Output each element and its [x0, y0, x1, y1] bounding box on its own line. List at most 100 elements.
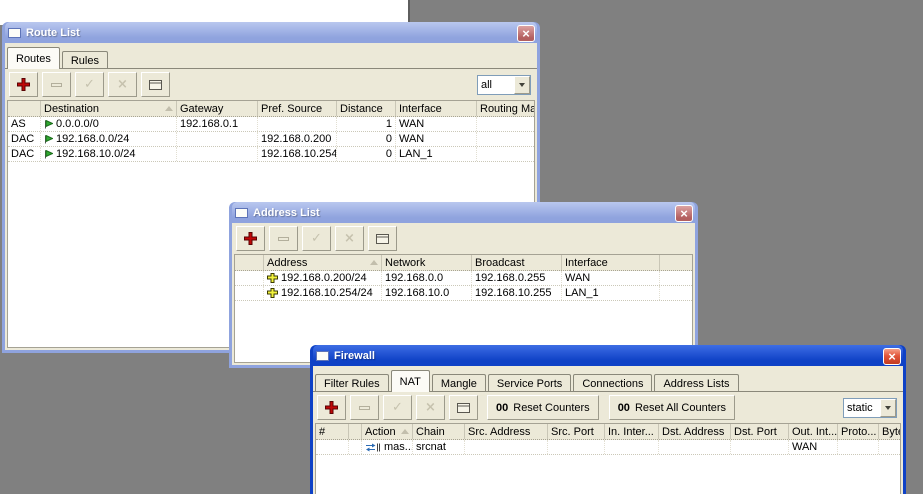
route-row[interactable]: AS 0.0.0.0/0 192.168.0.1 1 WAN [8, 117, 534, 132]
route-distance: 1 [337, 117, 396, 131]
column-address-label: Address [267, 256, 308, 269]
comment-icon [149, 79, 162, 90]
address-spacer [660, 286, 692, 300]
reset-counters-prefix: 00 [496, 401, 509, 414]
enable-button[interactable]: ✓ [75, 72, 104, 97]
dropdown-button[interactable] [880, 398, 896, 417]
address-row[interactable]: 192.168.0.200/24 192.168.0.0 192.168.0.2… [235, 271, 692, 286]
nat-number [316, 440, 349, 454]
comment-icon [376, 233, 389, 244]
column-spacer [660, 255, 692, 270]
address-icon [267, 273, 278, 283]
remove-button[interactable] [42, 72, 71, 97]
column-address[interactable]: Address [264, 255, 382, 270]
column-broadcast[interactable]: Broadcast [472, 255, 562, 270]
add-button[interactable] [9, 72, 38, 97]
nat-dst-address [659, 440, 731, 454]
nat-bytes [879, 440, 900, 454]
column-chain[interactable]: Chain [413, 424, 465, 439]
disable-button[interactable]: × [416, 395, 445, 420]
nat-table: # Action Chain Src. Address Src. Port In… [315, 423, 901, 494]
column-out-interface[interactable]: Out. Int... [789, 424, 838, 439]
disable-button[interactable]: × [108, 72, 137, 97]
disable-button[interactable]: × [335, 226, 364, 251]
nat-in-interface [605, 440, 659, 454]
tab-service-ports[interactable]: Service Ports [487, 374, 572, 392]
column-dst-port[interactable]: Dst. Port [731, 424, 789, 439]
route-gateway [177, 132, 258, 146]
route-row[interactable]: DAC 192.168.0.0/24 192.168.0.200 0 WAN [8, 132, 534, 147]
column-number[interactable]: # [316, 424, 349, 439]
close-icon[interactable]: × [883, 347, 901, 365]
address-icon [267, 288, 278, 298]
reset-all-counters-button[interactable]: 00 Reset All Counters [608, 395, 736, 420]
route-destination: 192.168.0.0/24 [41, 132, 177, 146]
dropdown-button[interactable] [514, 75, 530, 94]
window-title: Address List [253, 207, 320, 219]
column-destination[interactable]: Destination [41, 101, 177, 116]
enable-button[interactable]: ✓ [302, 226, 331, 251]
minus-icon [51, 82, 62, 87]
close-icon[interactable]: × [517, 24, 535, 42]
firewall-filter-dropdown[interactable]: static [843, 397, 897, 418]
column-blank[interactable] [349, 424, 362, 439]
route-interface: WAN [396, 117, 477, 131]
column-protocol[interactable]: Proto... [838, 424, 879, 439]
tab-mangle[interactable]: Mangle [431, 374, 486, 392]
column-dst-address[interactable]: Dst. Address [659, 424, 731, 439]
reset-counters-button[interactable]: 00 Reset Counters [487, 395, 599, 420]
column-src-port[interactable]: Src. Port [548, 424, 605, 439]
remove-button[interactable] [269, 226, 298, 251]
column-src-address[interactable]: Src. Address [465, 424, 548, 439]
remove-button[interactable] [350, 395, 379, 420]
route-destination-value: 192.168.10.0/24 [56, 148, 136, 160]
close-icon[interactable]: × [675, 204, 693, 222]
address-list-titlebar[interactable]: Address List × [232, 202, 695, 223]
add-button[interactable] [236, 226, 265, 251]
check-icon: ✓ [392, 400, 403, 415]
route-distance: 0 [337, 147, 396, 161]
column-pref-source[interactable]: Pref. Source [258, 101, 337, 116]
tab-routes[interactable]: Routes [7, 47, 60, 69]
firewall-filter-value: static [847, 401, 873, 414]
nat-rule-row[interactable]: mas... srcnat WAN [316, 440, 900, 455]
column-interface[interactable]: Interface [562, 255, 660, 270]
comment-icon [457, 402, 470, 413]
address-blank [235, 286, 264, 300]
route-gateway [177, 147, 258, 161]
comment-button[interactable] [368, 226, 397, 251]
column-gateway[interactable]: Gateway [177, 101, 258, 116]
column-flags[interactable] [8, 101, 41, 116]
tab-address-lists[interactable]: Address Lists [654, 374, 739, 392]
route-distance: 0 [337, 132, 396, 146]
enable-button[interactable]: ✓ [383, 395, 412, 420]
route-list-tabstrip: Routes Rules [5, 43, 537, 69]
column-distance[interactable]: Distance [337, 101, 396, 116]
column-network[interactable]: Network [382, 255, 472, 270]
route-destination-value: 0.0.0.0/0 [56, 118, 99, 130]
tab-nat[interactable]: NAT [390, 370, 430, 392]
address-broadcast: 192.168.10.255 [472, 286, 562, 300]
tab-rules[interactable]: Rules [61, 51, 108, 69]
firewall-titlebar[interactable]: Firewall × [313, 345, 903, 366]
route-interface: LAN_1 [396, 147, 477, 161]
column-routing-mark[interactable]: Routing Mark [477, 101, 534, 116]
route-list-titlebar[interactable]: Route List × [5, 22, 537, 43]
route-flags: DAC [8, 132, 41, 146]
column-blank[interactable] [235, 255, 264, 270]
column-bytes[interactable]: Byte [879, 424, 900, 439]
column-action[interactable]: Action [362, 424, 413, 439]
address-interface: WAN [562, 271, 660, 285]
add-button[interactable] [317, 395, 346, 420]
route-filter-dropdown[interactable]: all [477, 74, 531, 95]
comment-button[interactable] [449, 395, 478, 420]
tab-filter-rules[interactable]: Filter Rules [315, 374, 389, 392]
route-row[interactable]: DAC 192.168.10.0/24 192.168.10.254 0 LAN… [8, 147, 534, 162]
address-row[interactable]: 192.168.10.254/24 192.168.10.0 192.168.1… [235, 286, 692, 301]
tab-connections[interactable]: Connections [573, 374, 653, 392]
comment-button[interactable] [141, 72, 170, 97]
column-in-interface[interactable]: In. Inter... [605, 424, 659, 439]
nat-dst-port [731, 440, 789, 454]
address-blank [235, 271, 264, 285]
column-interface[interactable]: Interface [396, 101, 477, 116]
